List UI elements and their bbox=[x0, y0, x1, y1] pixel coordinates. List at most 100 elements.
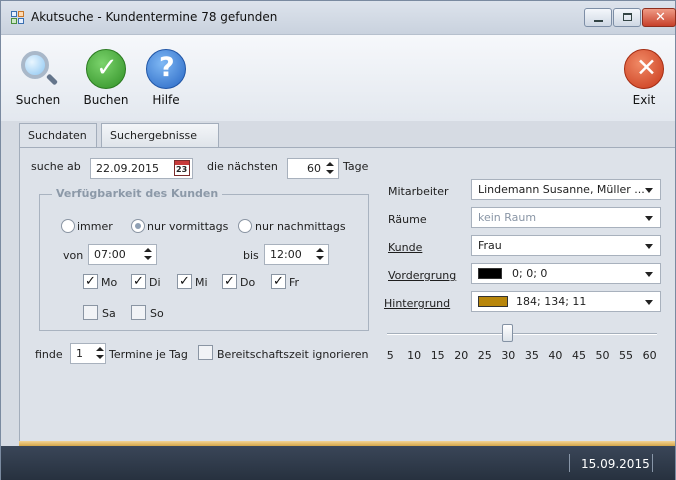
zoom-slider-thumb[interactable] bbox=[502, 324, 513, 342]
help-icon: ? bbox=[146, 49, 186, 89]
status-bar: 15.09.2015 bbox=[1, 446, 675, 480]
maximize-icon bbox=[623, 13, 632, 21]
termine-label: Termine je Tag bbox=[109, 348, 188, 361]
kunde-value: Frau bbox=[478, 239, 502, 252]
kunde-label: Kunde bbox=[388, 241, 423, 254]
vordergrund-color-swatch bbox=[478, 268, 502, 279]
raeume-label: Räume bbox=[388, 213, 427, 226]
chevron-down-icon bbox=[645, 244, 653, 249]
close-icon: ✕ bbox=[655, 10, 666, 25]
slider-tick-label: 25 bbox=[477, 349, 492, 362]
slider-tick-label: 50 bbox=[595, 349, 610, 362]
finde-spinner-icon[interactable] bbox=[95, 344, 105, 363]
days-spinner-icon[interactable] bbox=[325, 159, 335, 178]
zoom-slider-track[interactable] bbox=[387, 333, 657, 335]
slider-tick-label: 10 bbox=[407, 349, 422, 362]
checkbox-di[interactable]: ✓ bbox=[131, 274, 146, 289]
maximize-button[interactable] bbox=[613, 8, 641, 27]
bereitschaft-label: Bereitschaftszeit ignorieren bbox=[217, 348, 369, 361]
calendar-icon[interactable]: 23 bbox=[174, 160, 190, 176]
checkbox-fr[interactable]: ✓ bbox=[271, 274, 286, 289]
search-button-label: Suchen bbox=[15, 93, 61, 107]
main-window: Akutsuche - Kundentermine 78 gefunden ✕ … bbox=[0, 0, 676, 480]
days-value: 60 bbox=[307, 162, 321, 175]
checkmark-icon: ✓ bbox=[86, 49, 126, 89]
checkbox-mo-label: Mo bbox=[101, 276, 118, 289]
slider-tick-label: 20 bbox=[454, 349, 469, 362]
checkbox-do-label: Do bbox=[240, 276, 256, 289]
checkbox-fr-label: Fr bbox=[289, 276, 300, 289]
help-button[interactable]: ? Hilfe bbox=[141, 49, 191, 107]
checkbox-mi[interactable]: ✓ bbox=[177, 274, 192, 289]
status-separator bbox=[652, 454, 653, 472]
kunde-select[interactable]: Frau bbox=[471, 235, 661, 256]
von-time-value: 07:00 bbox=[94, 248, 126, 261]
checkbox-mo[interactable]: ✓ bbox=[83, 274, 98, 289]
slider-tick-label: 30 bbox=[501, 349, 516, 362]
vordergrund-select[interactable]: 0; 0; 0 bbox=[471, 263, 661, 284]
chevron-down-icon bbox=[645, 188, 653, 193]
hintergrund-select[interactable]: 184; 134; 11 bbox=[471, 291, 661, 312]
window-title: Akutsuche - Kundentermine 78 gefunden bbox=[31, 10, 278, 24]
checkbox-di-label: Di bbox=[149, 276, 161, 289]
search-button[interactable]: Suchen bbox=[13, 49, 63, 107]
close-button[interactable]: ✕ bbox=[642, 8, 676, 27]
radio-nur-vormittags-label: nur vormittags bbox=[147, 220, 229, 233]
suche-ab-label: suche ab bbox=[31, 160, 81, 173]
mitarbeiter-value: Lindemann Susanne, Müller ... bbox=[478, 183, 645, 196]
mitarbeiter-label: Mitarbeiter bbox=[388, 185, 449, 198]
minimize-icon bbox=[594, 20, 603, 22]
slider-tick-label: 45 bbox=[571, 349, 586, 362]
hintergrund-color-swatch bbox=[478, 296, 508, 307]
search-icon bbox=[18, 49, 59, 89]
checkbox-do[interactable]: ✓ bbox=[222, 274, 237, 289]
exit-button-label: Exit bbox=[632, 93, 656, 107]
availability-legend: Verfügbarkeit des Kunden bbox=[52, 187, 223, 200]
raeume-value: kein Raum bbox=[478, 211, 537, 224]
finde-value: 1 bbox=[76, 347, 83, 360]
bis-label: bis bbox=[243, 249, 259, 262]
mitarbeiter-select[interactable]: Lindemann Susanne, Müller ... bbox=[471, 179, 661, 200]
bis-spinner-icon[interactable] bbox=[315, 245, 325, 264]
title-bar: Akutsuche - Kundentermine 78 gefunden ✕ bbox=[1, 1, 676, 35]
naechsten-label: die nächsten bbox=[207, 160, 278, 173]
radio-immer-label: immer bbox=[77, 220, 113, 233]
chevron-down-icon bbox=[645, 300, 653, 305]
status-separator bbox=[569, 454, 570, 472]
exit-button[interactable]: ✕ Exit bbox=[619, 49, 669, 107]
hintergrund-label: Hintergrund bbox=[384, 297, 451, 310]
slider-tick-label: 60 bbox=[642, 349, 657, 362]
slider-tick-label: 15 bbox=[430, 349, 445, 362]
slider-tick-label: 55 bbox=[619, 349, 634, 362]
radio-immer[interactable] bbox=[61, 219, 75, 233]
tab-suchergebnisse[interactable]: Suchergebnisse bbox=[101, 123, 219, 147]
slider-tick-label: 35 bbox=[524, 349, 539, 362]
checkbox-sa-label: Sa bbox=[102, 307, 116, 320]
checkbox-bereitschaft[interactable] bbox=[198, 345, 213, 360]
exit-icon: ✕ bbox=[624, 49, 664, 89]
date-value: 22.09.2015 bbox=[96, 162, 159, 175]
finde-label: finde bbox=[35, 348, 63, 361]
von-spinner-icon[interactable] bbox=[143, 245, 153, 264]
chevron-down-icon bbox=[645, 216, 653, 221]
checkbox-mi-label: Mi bbox=[195, 276, 208, 289]
chevron-down-icon bbox=[645, 272, 653, 277]
checkbox-sa[interactable] bbox=[83, 305, 98, 320]
vordergrund-value: 0; 0; 0 bbox=[512, 267, 548, 280]
radio-nur-nachmittags[interactable] bbox=[238, 219, 252, 233]
book-button[interactable]: ✓ Buchen bbox=[81, 49, 131, 107]
checkbox-so-label: So bbox=[150, 307, 164, 320]
radio-nur-nachmittags-label: nur nachmittags bbox=[255, 220, 346, 233]
checkbox-so[interactable] bbox=[131, 305, 146, 320]
tage-label: Tage bbox=[343, 160, 369, 173]
minimize-button[interactable] bbox=[584, 8, 612, 27]
raeume-select[interactable]: kein Raum bbox=[471, 207, 661, 228]
bis-time-value: 12:00 bbox=[270, 248, 302, 261]
tab-suchdaten[interactable]: Suchdaten bbox=[19, 123, 97, 148]
radio-nur-vormittags[interactable] bbox=[131, 219, 145, 233]
status-date: 15.09.2015 bbox=[581, 457, 650, 471]
book-button-label: Buchen bbox=[83, 93, 129, 107]
von-label: von bbox=[63, 249, 84, 262]
vordergrund-label: Vordergrung bbox=[388, 269, 457, 282]
toolbar: Suchen ✓ Buchen ? Hilfe ✕ Exit bbox=[1, 35, 675, 121]
